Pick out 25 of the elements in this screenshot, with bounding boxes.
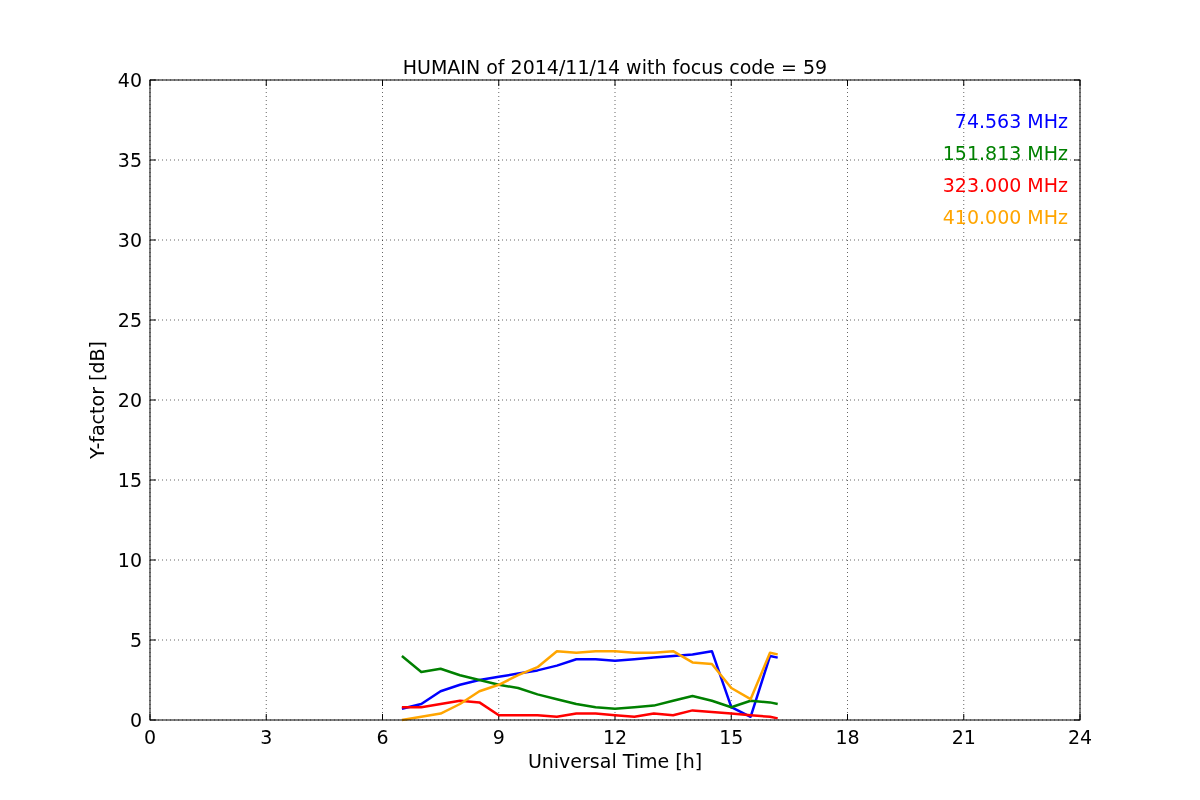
y-tick-label: 10: [117, 549, 142, 571]
y-tick-label: 40: [117, 69, 142, 91]
x-tick-label: 0: [143, 726, 157, 748]
y-tick-label: 0: [129, 709, 142, 731]
legend-label: 410.000 MHz: [942, 206, 1068, 228]
x-tick-label: 15: [719, 726, 744, 748]
x-tick-label: 6: [376, 726, 389, 748]
y-tick-label: 15: [117, 469, 142, 491]
x-axis-label: Universal Time [h]: [527, 750, 703, 772]
x-tick-label: 12: [602, 726, 628, 748]
y-axis-label: Y-factor [dB]: [86, 341, 108, 459]
legend-label: 151.813 MHz: [942, 142, 1068, 164]
chart-title: HUMAIN of 2014/11/14 with focus code = 59: [402, 56, 828, 78]
x-tick-label: 18: [835, 726, 860, 748]
y-tick-label: 25: [117, 309, 142, 331]
y-tick-label: 30: [117, 229, 142, 251]
legend-label: 323.000 MHz: [942, 174, 1068, 196]
legend-label: 74.563 MHz: [954, 110, 1068, 132]
x-tick-label: 9: [492, 726, 505, 748]
y-tick-label: 20: [117, 389, 142, 411]
x-tick-label: 21: [951, 726, 976, 748]
y-tick-label: 35: [117, 149, 142, 171]
y-tick-label: 5: [129, 629, 142, 651]
x-tick-label: 24: [1067, 726, 1093, 748]
x-tick-label: 3: [260, 726, 273, 748]
